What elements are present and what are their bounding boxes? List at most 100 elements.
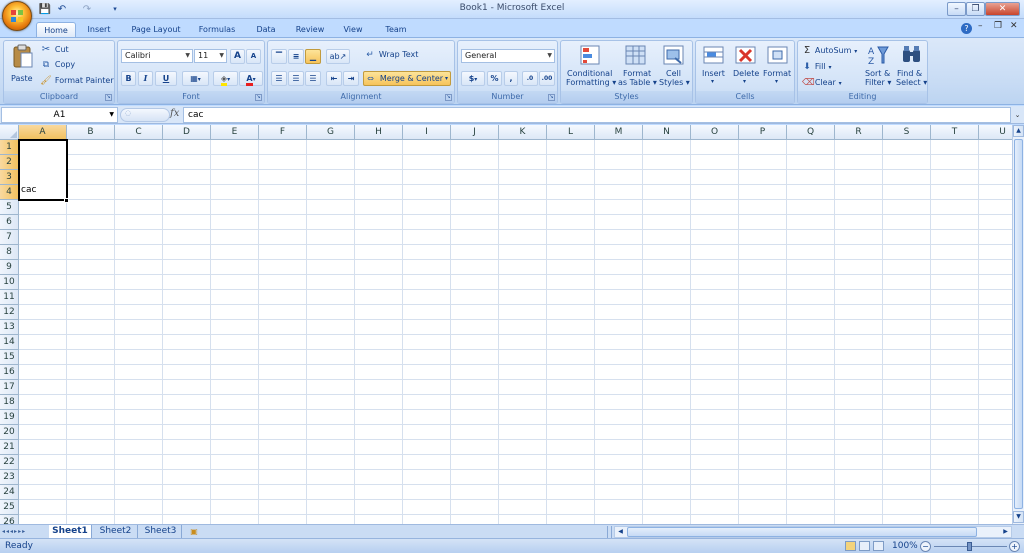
currency-button[interactable]: $▾ [461,71,485,86]
column-header[interactable]: B [67,125,115,140]
row-header[interactable]: 10 [0,275,19,290]
formula-input[interactable]: cac [183,107,1011,123]
align-left-button[interactable]: ☰ [271,71,287,86]
paste-button[interactable]: Paste [8,44,36,88]
office-button[interactable] [2,1,32,31]
tab-data[interactable]: Data [251,22,281,38]
font-size-combo[interactable]: 11 ▼ [194,49,227,63]
column-header[interactable]: F [259,125,307,140]
row-header[interactable]: 17 [0,380,19,395]
row-header[interactable]: 12 [0,305,19,320]
scroll-right-icon[interactable]: ▶ [1000,527,1011,537]
help-icon[interactable]: ? [961,23,972,34]
decrease-indent-button[interactable]: ⇤ [326,71,342,86]
row-header[interactable]: 22 [0,455,19,470]
column-header[interactable]: Q [787,125,835,140]
column-header[interactable]: H [355,125,403,140]
doc-minimize-button[interactable]: – [978,21,983,31]
row-header[interactable]: 25 [0,500,19,515]
grow-font-button[interactable]: A [230,49,245,64]
page-break-view-icon[interactable] [873,541,884,551]
row-header[interactable]: 3 [0,170,19,185]
formula-expand-handle[interactable]: ◌ [120,108,170,122]
decrease-decimal-button[interactable]: .00 [539,71,555,86]
row-header[interactable]: 6 [0,215,19,230]
select-all-corner[interactable] [0,125,19,140]
italic-button[interactable]: I [138,71,153,86]
format-as-table-button[interactable]: Format as Table ▾ [618,44,657,92]
row-header[interactable]: 26 [0,515,19,524]
column-header[interactable]: N [643,125,691,140]
row-header[interactable]: 16 [0,365,19,380]
merge-center-button[interactable]: ⇔ Merge & Center ▾ [363,71,451,86]
conditional-formatting-button[interactable]: Conditional Formatting ▾ [565,44,616,92]
number-launcher-icon[interactable]: ↘ [548,94,555,101]
top-align-button[interactable]: ▔ [271,49,287,64]
column-header[interactable]: R [835,125,883,140]
insert-worksheet-icon[interactable]: ▣ [186,526,202,537]
last-sheet-icon[interactable]: ▸▸ [18,528,26,535]
number-format-combo[interactable]: General ▼ [461,49,555,63]
vertical-scroll-thumb[interactable] [1014,139,1023,509]
increase-decimal-button[interactable]: .0 [522,71,538,86]
tab-formulas[interactable]: Formulas [193,22,241,38]
column-header[interactable]: T [931,125,979,140]
vertical-scrollbar[interactable]: ▲ ▼ [1012,125,1024,524]
undo-icon[interactable]: ↶ [55,3,69,16]
zoom-slider-thumb[interactable] [967,542,972,551]
expand-formula-bar-icon[interactable]: ⌄ [1012,108,1023,122]
column-header[interactable]: S [883,125,931,140]
align-right-button[interactable]: ☰ [305,71,321,86]
underline-button[interactable]: U [155,71,177,86]
column-header[interactable]: D [163,125,211,140]
autosum-button[interactable]: Σ AutoSum ▾ [802,45,857,58]
format-painter-button[interactable]: 🖌 Format Painter [40,76,113,89]
font-name-combo[interactable]: Calibri ▼ [121,49,193,63]
column-header[interactable]: J [451,125,499,140]
cut-button[interactable]: ✂ Cut [40,44,69,57]
increase-indent-button[interactable]: ⇥ [343,71,359,86]
first-sheet-icon[interactable]: ◂◂ [2,528,10,535]
find-select-button[interactable]: Find & Select ▾ [895,44,928,92]
bold-button[interactable]: B [121,71,136,86]
column-header[interactable]: P [739,125,787,140]
column-header[interactable]: O [691,125,739,140]
row-header[interactable]: 21 [0,440,19,455]
column-header[interactable]: G [307,125,355,140]
row-header[interactable]: 19 [0,410,19,425]
comma-button[interactable]: , [504,71,518,86]
row-header[interactable]: 7 [0,230,19,245]
zoom-out-button[interactable]: − [920,541,931,552]
clipboard-launcher-icon[interactable]: ↘ [105,94,112,101]
center-button[interactable]: ☰ [288,71,304,86]
column-header[interactable]: U [979,125,1012,140]
column-header[interactable]: L [547,125,595,140]
insert-cells-button[interactable]: Insert ▾ [699,44,729,92]
horizontal-scrollbar[interactable]: ◀ ▶ [614,526,1012,538]
clear-button[interactable]: ⌫ Clear ▾ [802,78,842,91]
horizontal-scroll-thumb[interactable] [627,527,977,537]
fill-handle[interactable] [64,198,69,203]
column-header[interactable]: K [499,125,547,140]
delete-cells-button[interactable]: Delete ▾ [731,44,761,92]
insert-function-icon[interactable]: fx [170,108,179,119]
row-header[interactable]: 23 [0,470,19,485]
cell-a4[interactable]: cac [21,185,36,195]
tab-review[interactable]: Review [290,22,330,38]
doc-restore-button[interactable]: ❐ [994,21,1002,31]
row-header[interactable]: 4 [0,185,19,200]
tab-split-handle[interactable] [607,526,612,538]
row-header[interactable]: 1 [0,140,19,155]
column-header[interactable]: E [211,125,259,140]
row-header[interactable]: 14 [0,335,19,350]
middle-align-button[interactable]: ≡ [288,49,304,64]
row-header[interactable]: 24 [0,485,19,500]
doc-close-button[interactable]: ✕ [1010,21,1018,31]
zoom-in-button[interactable]: + [1009,541,1020,552]
font-color-button[interactable]: A▾ [239,71,263,86]
worksheet-grid[interactable]: ABCDEFGHIJKLMNOPQRSTU 1 2 3 4 5 6 7 8 9 10 11 12 13 1… [0,125,1012,524]
font-launcher-icon[interactable]: ↘ [255,94,262,101]
copy-button[interactable]: ⧉ Copy [40,60,75,73]
tab-view[interactable]: View [338,22,368,38]
scroll-down-icon[interactable]: ▼ [1013,511,1024,523]
